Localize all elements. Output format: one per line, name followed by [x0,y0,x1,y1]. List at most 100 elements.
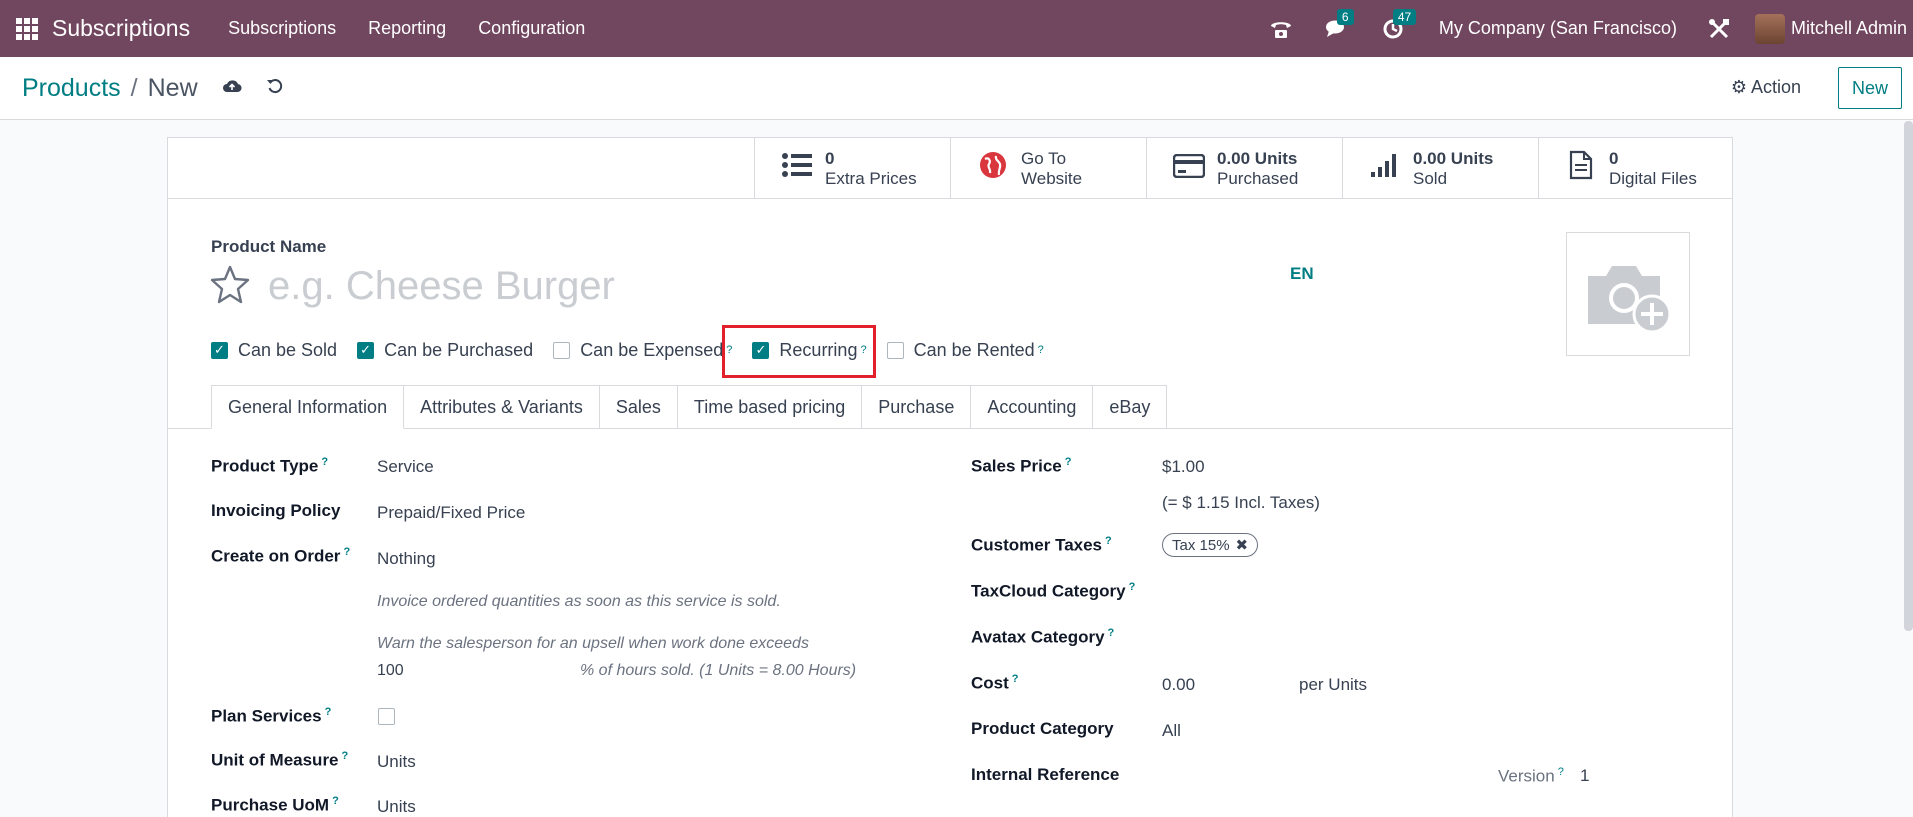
remove-tag-icon[interactable]: ✖ [1236,536,1249,554]
save-cloud-icon[interactable] [222,77,242,100]
tools-icon[interactable] [1705,15,1733,43]
company-switcher[interactable]: My Company (San Francisco) [1439,18,1677,39]
go-to-website-button[interactable]: Go To Website [950,138,1146,199]
menu-reporting[interactable]: Reporting [368,18,446,39]
scrollbar[interactable] [1904,121,1913,631]
taxcloud-category-label: TaxCloud Category? [971,581,1136,601]
control-panel: Products / New ⚙ Action New [0,57,1913,120]
unit-of-measure-label: Unit of Measure? [211,750,349,770]
help-icon[interactable]: ? [1038,344,1044,356]
create-on-order-field[interactable]: Nothing [377,549,436,569]
discard-icon[interactable] [266,77,284,101]
sales-price-label: Sales Price? [971,456,1072,476]
menu-subscriptions[interactable]: Subscriptions [228,18,336,39]
user-avatar[interactable] [1754,13,1785,44]
app-brand[interactable]: Subscriptions [52,15,190,42]
check-icon: ✓ [211,341,228,359]
purchase-uom-field[interactable]: Units [377,797,416,817]
language-button[interactable]: EN [1290,264,1314,284]
version-field[interactable]: 1 [1580,766,1589,786]
phone-icon[interactable] [1267,15,1295,43]
action-label: Action [1750,77,1801,97]
product-category-field[interactable]: All [1162,721,1181,741]
credit-card-icon [1169,152,1209,186]
customer-taxes-label: Customer Taxes? [971,535,1112,555]
digital-files-value: 0 [1609,148,1619,168]
upsell-note: Warn the salesperson for an upsell when … [377,635,809,652]
can-be-purchased-label: Can be Purchased [384,339,534,360]
can-be-expensed-checkbox[interactable]: Can be Expensed? [553,340,732,361]
tab-time-based-pricing[interactable]: Time based pricing [677,385,863,429]
unit-of-measure-field[interactable]: Units [377,752,416,772]
plan-services-checkbox[interactable] [378,708,395,725]
breadcrumb-products[interactable]: Products [22,74,121,103]
empty-box-icon [886,341,904,359]
favorite-star-icon[interactable] [210,264,250,311]
purchase-uom-label: Purchase UoM? [211,795,339,815]
can-be-sold-label: Can be Sold [238,339,338,360]
extra-prices-label: Extra Prices [825,168,917,188]
extra-prices-button[interactable]: 0 Extra Prices [754,138,950,199]
user-menu[interactable]: Mitchell Admin [1791,18,1907,39]
tab-accounting[interactable]: Accounting [971,385,1094,429]
go-to-label: Go To [1021,148,1067,168]
messages-icon[interactable]: 6 [1323,8,1354,43]
website-label: Website [1021,168,1083,188]
help-icon[interactable]: ? [325,706,332,718]
menu-configuration[interactable]: Configuration [478,18,585,39]
tab-purchase[interactable]: Purchase [862,385,972,429]
can-be-rented-checkbox[interactable]: Can be Rented? [886,340,1044,361]
tax-tag[interactable]: Tax 15% ✖ [1162,533,1259,557]
digital-files-button[interactable]: 0 Digital Files [1538,138,1732,199]
can-be-purchased-checkbox[interactable]: ✓ Can be Purchased [357,340,533,361]
signal-icon [1365,152,1405,186]
form-sheet: 0 Extra Prices Go To Website 0.00 Units Pur… [167,137,1733,817]
avatax-category-label: Avatax Category? [971,627,1115,647]
tab-attributes-variants[interactable]: Attributes & Variants [404,385,600,429]
cost-unit: per Units [1299,675,1368,694]
create-on-order-label: Create on Order? [211,546,351,566]
product-type-field[interactable]: Service [377,457,434,477]
action-button[interactable]: ⚙ Action [1731,77,1801,98]
apps-menu-icon[interactable] [16,17,38,40]
digital-files-label: Digital Files [1609,168,1697,188]
sold-button[interactable]: 0.00 Units Sold [1342,138,1538,199]
tab-general-information[interactable]: General Information [211,385,405,429]
cost-field[interactable]: 0.00 [1162,675,1195,695]
product-flags: ✓ Can be Sold ✓ Can be Purchased Can be … [211,335,1064,365]
help-icon[interactable]: ? [342,750,349,762]
help-icon[interactable]: ? [1105,535,1112,547]
file-icon [1561,150,1601,188]
help-icon[interactable]: ? [1108,627,1115,639]
help-icon[interactable]: ? [343,546,350,558]
product-type-label: Product Type? [211,456,329,476]
help-icon[interactable]: ? [321,456,328,468]
help-icon[interactable]: ? [1065,456,1072,468]
globe-icon [973,151,1013,187]
plan-services-label: Plan Services? [211,706,332,726]
help-icon[interactable]: ? [1558,766,1564,778]
product-name-input[interactable] [268,264,1168,308]
purchased-button[interactable]: 0.00 Units Purchased [1146,138,1342,199]
help-icon[interactable]: ? [1129,581,1136,593]
invoicing-policy-field[interactable]: Prepaid/Fixed Price [377,503,525,523]
product-image-upload[interactable] [1566,232,1690,356]
sold-value: 0.00 Units [1413,148,1494,168]
activities-badge: 47 [1392,8,1417,25]
new-button[interactable]: New [1838,67,1902,109]
invoicing-policy-label: Invoicing Policy [211,501,341,520]
can-be-sold-checkbox[interactable]: ✓ Can be Sold [211,340,337,361]
product-category-label: Product Category [971,719,1114,738]
help-icon[interactable]: ? [1012,673,1019,685]
breadcrumb-current: New [147,74,198,102]
sales-price-field[interactable]: $1.00 [1162,457,1205,477]
top-navbar: Subscriptions Subscriptions Reporting Co… [0,0,1913,57]
help-icon[interactable]: ? [332,795,339,807]
breadcrumb: Products / New [22,74,284,103]
tab-ebay[interactable]: eBay [1093,385,1168,429]
activities-icon[interactable]: 47 [1379,8,1417,43]
can-be-expensed-label: Can be Expensed [580,339,724,360]
tab-sales[interactable]: Sales [599,385,678,429]
upsell-threshold-input[interactable]: 100 [377,662,404,680]
empty-box-icon [553,341,571,359]
